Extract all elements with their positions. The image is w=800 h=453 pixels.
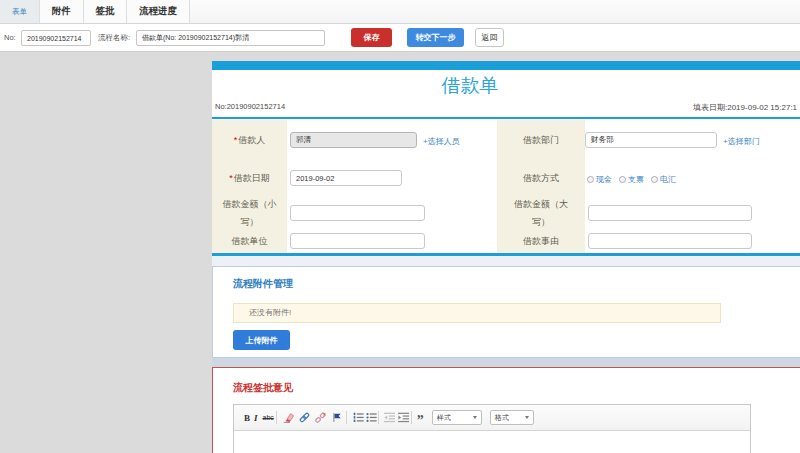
amount-upper-label: 借款金额（大写）	[497, 196, 585, 231]
process-name-label: 流程名称:	[98, 24, 130, 52]
tab-bar: 表单 附件 签批 流程进度	[0, 0, 800, 24]
unlink-icon[interactable]	[315, 411, 326, 425]
department-input[interactable]	[585, 132, 717, 148]
attachment-section: 流程附件管理 还没有附件! 上传附件	[212, 266, 800, 358]
rich-text-editor: B I abc ” 样式 格式	[233, 404, 751, 453]
remove-format-icon[interactable]	[283, 411, 294, 425]
toolbar-separator	[276, 411, 277, 424]
borrower-input[interactable]	[290, 132, 417, 148]
anchor-icon[interactable]	[332, 411, 342, 425]
italic-icon[interactable]: I	[254, 411, 258, 425]
borrow-method-label: 借款方式	[497, 161, 585, 196]
caret-down-icon	[525, 416, 529, 419]
strikethrough-icon[interactable]: abc	[263, 411, 274, 425]
tab-progress[interactable]: 流程进度	[127, 0, 190, 23]
amount-lower-input[interactable]	[290, 205, 425, 221]
outdent-icon[interactable]	[384, 411, 395, 425]
command-bar: No: 流程名称:	[0, 24, 800, 52]
borrow-date-input[interactable]	[290, 170, 402, 186]
form-grid: *借款人 +选择人员 借款部门 +选择部门 *借款日期 借款方式 现金 支票 电…	[212, 120, 800, 253]
no-input[interactable]	[21, 30, 91, 46]
form-no: No:20190902152714	[215, 102, 285, 111]
amount-lower-label: 借款金额（小写）	[212, 196, 287, 231]
toolbar-separator	[411, 411, 412, 424]
borrow-unit-input[interactable]	[290, 233, 425, 249]
radio-wire[interactable]: 电汇	[651, 174, 676, 185]
tab-form-label: 表单	[12, 7, 27, 17]
tab-attachment[interactable]: 附件	[40, 0, 84, 23]
approval-section: 流程签批意见 B I abc ” 样式 格式	[212, 367, 800, 453]
tab-approval[interactable]: 签批	[84, 0, 127, 23]
process-name-input[interactable]	[136, 30, 325, 46]
tab-form[interactable]: 表单	[0, 0, 40, 23]
required-mark: *	[234, 135, 238, 145]
borrower-label: *借款人	[212, 120, 287, 161]
amount-upper-input[interactable]	[588, 205, 752, 221]
form-row-2: *借款日期 借款方式 现金 支票 电汇	[212, 161, 800, 196]
radio-cash[interactable]: 现金	[587, 174, 612, 185]
borrow-reason-label: 借款事由	[497, 231, 585, 253]
gap-strip-1	[212, 256, 800, 266]
style-dropdown[interactable]: 样式	[432, 410, 482, 425]
panel-top-bar	[212, 61, 800, 70]
toolbar-separator	[378, 411, 379, 424]
ordered-list-icon[interactable]	[353, 411, 364, 425]
blockquote-icon[interactable]: ”	[417, 414, 424, 428]
toolbar-separator	[346, 411, 347, 424]
form-panel: 借款单 No:20190902152714 填表日期:2019-09-02 15…	[212, 61, 800, 453]
form-row-3: 借款金额（小写） 借款金额（大写）	[212, 196, 800, 231]
next-step-button[interactable]: 转交下一步	[407, 28, 464, 47]
select-department-link[interactable]: +选择部门	[723, 136, 760, 147]
required-mark: *	[229, 173, 233, 183]
upload-attachment-button[interactable]: 上传附件	[233, 330, 290, 350]
bullet-list-icon[interactable]	[366, 411, 377, 425]
borrow-method-radios: 现金 支票 电汇	[587, 174, 683, 185]
form-title: 借款单	[442, 73, 499, 99]
link-icon[interactable]	[299, 411, 310, 425]
editor-content[interactable]	[234, 431, 750, 453]
caret-down-icon	[473, 416, 477, 419]
radio-cash-circle[interactable]	[587, 176, 594, 183]
tab-progress-label: 流程进度	[139, 5, 177, 18]
borrow-reason-input[interactable]	[588, 233, 752, 249]
attachment-empty-message: 还没有附件!	[233, 303, 721, 323]
borrow-unit-label: 借款单位	[212, 231, 287, 253]
form-row-1: *借款人 +选择人员 借款部门 +选择部门	[212, 120, 800, 161]
select-person-link[interactable]: +选择人员	[423, 136, 460, 147]
editor-toolbar: B I abc ” 样式 格式	[234, 405, 750, 431]
save-button[interactable]: 保存	[351, 28, 392, 47]
radio-cheque[interactable]: 支票	[619, 174, 644, 185]
attachment-title: 流程附件管理	[233, 277, 293, 291]
no-label: No:	[4, 24, 16, 52]
indent-icon[interactable]	[398, 411, 409, 425]
gap-strip-2	[212, 358, 800, 367]
tab-approval-label: 签批	[96, 5, 115, 18]
department-label: 借款部门	[497, 120, 585, 161]
format-dropdown[interactable]: 格式	[490, 410, 534, 425]
approval-title: 流程签批意见	[233, 381, 293, 395]
back-button[interactable]: 返回	[475, 28, 504, 47]
form-row-4: 借款单位 借款事由	[212, 231, 800, 253]
tab-attachment-label: 附件	[52, 5, 71, 18]
radio-wire-circle[interactable]	[651, 176, 658, 183]
borrow-date-label: *借款日期	[212, 161, 287, 196]
divider-top	[212, 117, 800, 119]
radio-cheque-circle[interactable]	[619, 176, 626, 183]
bold-icon[interactable]: B	[244, 411, 250, 425]
form-date: 填表日期:2019-09-02 15:27:1	[693, 102, 797, 113]
